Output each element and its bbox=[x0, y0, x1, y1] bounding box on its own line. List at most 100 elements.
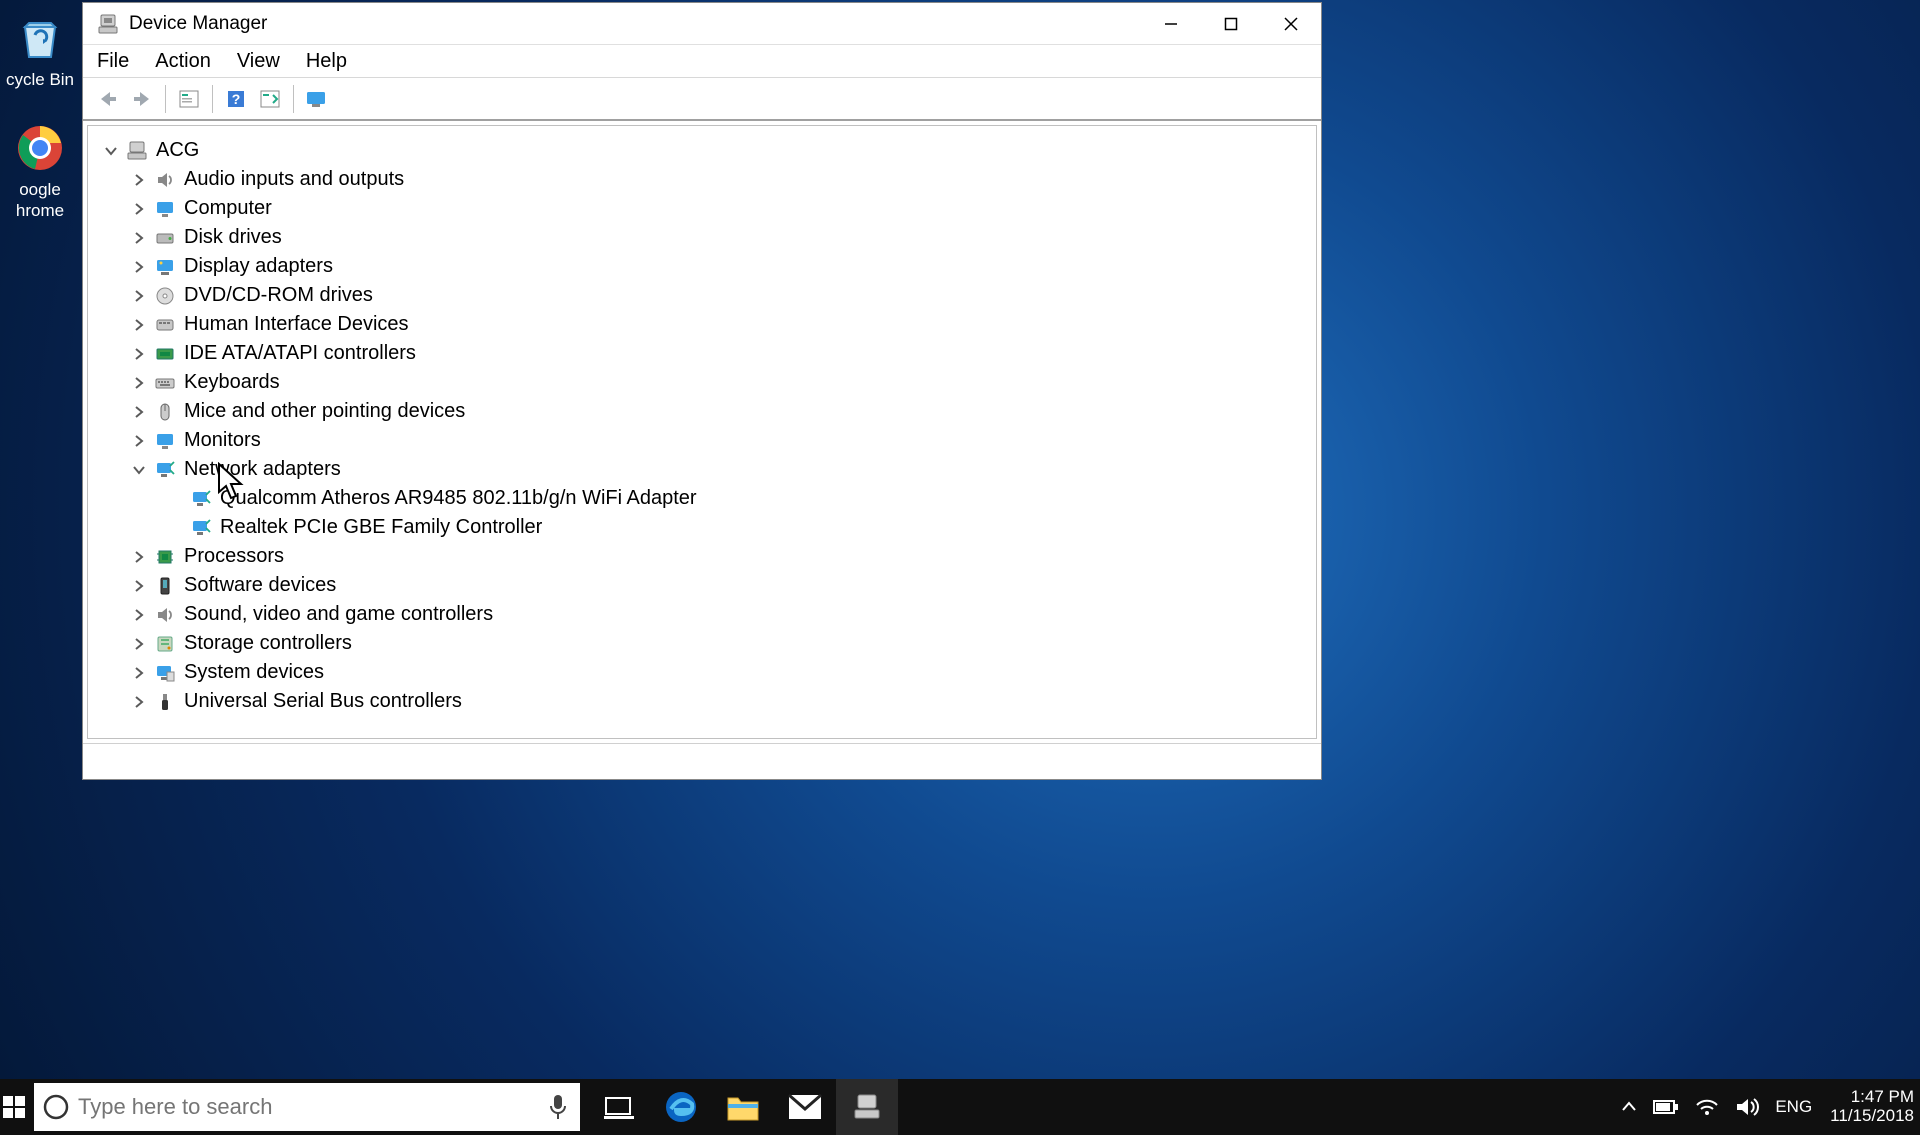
desktop-icon-chrome[interactable]: oogle hrome bbox=[0, 120, 80, 221]
toolbar-separator bbox=[293, 85, 294, 113]
taskbar-app-device-manager[interactable] bbox=[836, 1079, 898, 1135]
tree-device-label: Realtek PCIe GBE Family Controller bbox=[220, 516, 542, 539]
mouse-icon bbox=[154, 401, 176, 423]
tree-category[interactable]: IDE ATA/ATAPI controllers bbox=[96, 339, 1308, 368]
tree-category-label: Computer bbox=[184, 197, 272, 220]
chevron-right-icon[interactable] bbox=[130, 606, 148, 624]
menu-action[interactable]: Action bbox=[155, 50, 211, 73]
chevron-right-icon[interactable] bbox=[130, 345, 148, 363]
taskbar-app-mail[interactable] bbox=[774, 1079, 836, 1135]
tree-category[interactable]: Keyboards bbox=[96, 368, 1308, 397]
tree-category[interactable]: Disk drives bbox=[96, 223, 1308, 252]
display-icon bbox=[154, 256, 176, 278]
volume-icon[interactable] bbox=[1735, 1097, 1759, 1117]
tree-category[interactable]: Computer bbox=[96, 194, 1308, 223]
speaker-icon bbox=[154, 604, 176, 626]
toolbar-help-button[interactable]: ? bbox=[221, 84, 251, 114]
tray-language[interactable]: ENG bbox=[1775, 1097, 1812, 1117]
wifi-icon[interactable] bbox=[1695, 1097, 1719, 1117]
tree-root[interactable]: ACG bbox=[96, 136, 1308, 165]
menu-help[interactable]: Help bbox=[306, 50, 347, 73]
system-tray[interactable]: ENG bbox=[1609, 1097, 1824, 1117]
chevron-right-icon[interactable] bbox=[130, 548, 148, 566]
window-controls bbox=[1141, 3, 1321, 45]
toolbar-back-button[interactable] bbox=[93, 84, 123, 114]
microphone-icon[interactable] bbox=[536, 1094, 580, 1120]
toolbar-forward-button[interactable] bbox=[127, 84, 157, 114]
tray-overflow-icon[interactable] bbox=[1621, 1101, 1637, 1113]
keyboard-icon bbox=[154, 372, 176, 394]
taskbar-app-edge[interactable] bbox=[650, 1079, 712, 1135]
chevron-right-icon[interactable] bbox=[130, 664, 148, 682]
minimize-button[interactable] bbox=[1141, 3, 1201, 45]
cortana-icon[interactable] bbox=[34, 1093, 78, 1121]
menu-view[interactable]: View bbox=[237, 50, 280, 73]
recycle-bin-icon bbox=[12, 10, 68, 66]
taskbar-clock[interactable]: 1:47 PM 11/15/2018 bbox=[1824, 1088, 1920, 1125]
chevron-right-icon[interactable] bbox=[130, 374, 148, 392]
toolbar-separator bbox=[212, 85, 213, 113]
tree-category[interactable]: Monitors bbox=[96, 426, 1308, 455]
tree-category[interactable]: Mice and other pointing devices bbox=[96, 397, 1308, 426]
clock-time: 1:47 PM bbox=[1851, 1088, 1914, 1107]
chevron-right-icon[interactable] bbox=[130, 693, 148, 711]
chevron-right-icon[interactable] bbox=[130, 635, 148, 653]
battery-icon[interactable] bbox=[1653, 1099, 1679, 1115]
chevron-right-icon[interactable] bbox=[130, 403, 148, 421]
tree-device[interactable]: Qualcomm Atheros AR9485 802.11b/g/n WiFi… bbox=[96, 484, 1308, 513]
tree-category[interactable]: Universal Serial Bus controllers bbox=[96, 687, 1308, 716]
chevron-right-icon[interactable] bbox=[130, 432, 148, 450]
taskbar-search[interactable] bbox=[34, 1083, 580, 1131]
tree-category[interactable]: Processors bbox=[96, 542, 1308, 571]
tree-category[interactable]: Audio inputs and outputs bbox=[96, 165, 1308, 194]
tree-category-label: Mice and other pointing devices bbox=[184, 400, 465, 423]
tree-category[interactable]: DVD/CD-ROM drives bbox=[96, 281, 1308, 310]
disk-icon bbox=[154, 227, 176, 249]
tree-category[interactable]: Network adapters bbox=[96, 455, 1308, 484]
speaker-icon bbox=[154, 169, 176, 191]
desktop-icon-label: oogle hrome bbox=[16, 180, 64, 221]
taskbar: ENG 1:47 PM 11/15/2018 bbox=[0, 1079, 1920, 1135]
tree-category-label: Audio inputs and outputs bbox=[184, 168, 404, 191]
chevron-right-icon[interactable] bbox=[130, 229, 148, 247]
close-button[interactable] bbox=[1261, 3, 1321, 45]
chevron-right-icon[interactable] bbox=[130, 577, 148, 595]
toolbar-properties-button[interactable] bbox=[174, 84, 204, 114]
network-icon bbox=[190, 517, 212, 539]
menubar: File Action View Help bbox=[83, 45, 1321, 77]
tree-device[interactable]: Realtek PCIe GBE Family Controller bbox=[96, 513, 1308, 542]
tree-category-label: IDE ATA/ATAPI controllers bbox=[184, 342, 416, 365]
titlebar[interactable]: Device Manager bbox=[83, 3, 1321, 45]
svg-text:?: ? bbox=[232, 91, 241, 107]
desktop-icon-label: cycle Bin bbox=[6, 70, 74, 90]
desktop-icons: cycle Bin oogle hrome bbox=[0, 10, 80, 251]
menu-file[interactable]: File bbox=[97, 50, 129, 73]
toolbar-show-hidden-button[interactable] bbox=[302, 84, 332, 114]
tree-category[interactable]: Sound, video and game controllers bbox=[96, 600, 1308, 629]
chevron-right-icon[interactable] bbox=[130, 171, 148, 189]
maximize-button[interactable] bbox=[1201, 3, 1261, 45]
chevron-down-icon[interactable] bbox=[130, 461, 148, 479]
taskbar-app-explorer[interactable] bbox=[712, 1079, 774, 1135]
device-tree[interactable]: ACG Audio inputs and outputs Computer Disk… bbox=[87, 125, 1317, 739]
cpu-icon bbox=[154, 546, 176, 568]
search-input[interactable] bbox=[78, 1094, 536, 1120]
chevron-right-icon[interactable] bbox=[130, 258, 148, 276]
statusbar bbox=[83, 743, 1321, 779]
tree-category[interactable]: System devices bbox=[96, 658, 1308, 687]
tree-category[interactable]: Storage controllers bbox=[96, 629, 1308, 658]
chevron-right-icon[interactable] bbox=[130, 200, 148, 218]
start-button[interactable] bbox=[0, 1079, 28, 1135]
chrome-icon bbox=[12, 120, 68, 176]
chevron-right-icon[interactable] bbox=[130, 287, 148, 305]
tree-category[interactable]: Software devices bbox=[96, 571, 1308, 600]
toolbar-scan-button[interactable] bbox=[255, 84, 285, 114]
tree-category[interactable]: Human Interface Devices bbox=[96, 310, 1308, 339]
tree-category[interactable]: Display adapters bbox=[96, 252, 1308, 281]
chevron-down-icon[interactable] bbox=[102, 142, 120, 160]
task-view-button[interactable] bbox=[588, 1079, 650, 1135]
tree-root-label: ACG bbox=[156, 139, 199, 162]
chevron-right-icon[interactable] bbox=[130, 316, 148, 334]
tree-category-label: Storage controllers bbox=[184, 632, 352, 655]
desktop-icon-recycle-bin[interactable]: cycle Bin bbox=[0, 10, 80, 90]
